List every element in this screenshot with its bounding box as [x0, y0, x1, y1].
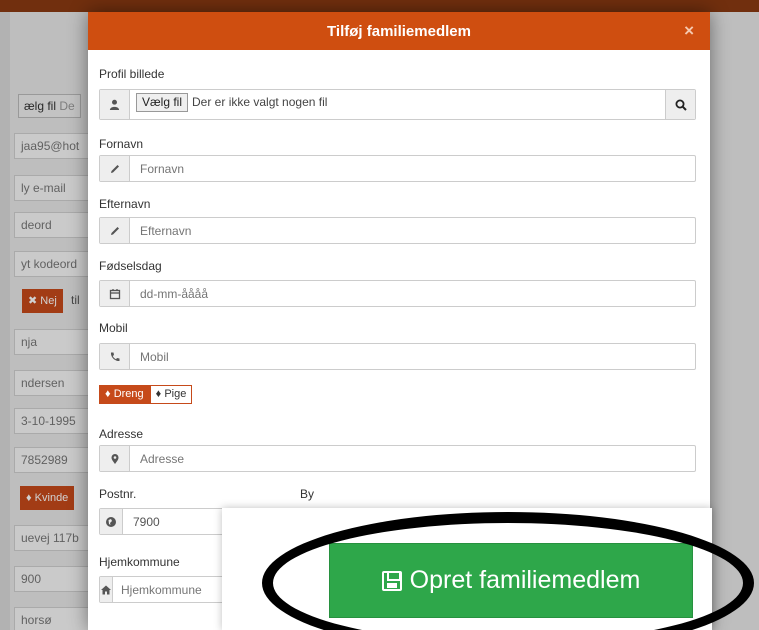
pencil-icon [100, 218, 130, 243]
mobile-input[interactable] [130, 344, 695, 369]
municipality-field [99, 576, 276, 603]
save-icon [381, 570, 402, 591]
modal-title: Tilføj familiemedlem [327, 22, 471, 40]
address-field [99, 445, 696, 472]
birthday-field [99, 280, 696, 307]
map-marker-icon [100, 446, 130, 471]
profile-picture-label: Profil billede [99, 67, 165, 81]
pencil-icon [100, 156, 130, 181]
file-status-text: Der er ikke valgt nogen fil [192, 95, 328, 109]
first-name-label: Fornavn [99, 137, 144, 151]
birthday-label: Fødselsdag [99, 259, 162, 273]
calendar-icon [100, 281, 130, 306]
address-label: Adresse [99, 427, 144, 441]
birthday-input[interactable] [130, 281, 695, 306]
choose-file-button[interactable]: Vælg fil [136, 93, 189, 112]
last-name-label: Efternavn [99, 197, 151, 211]
mobile-field [99, 343, 696, 370]
boy-button[interactable]: ♦ Dreng [99, 385, 150, 404]
municipality-label: Hjemkommune [99, 555, 180, 569]
gender-toggle: ♦ Dreng ♦ Pige [99, 385, 193, 404]
user-icon [100, 90, 130, 119]
postal-code-label: Postnr. [99, 487, 137, 501]
profile-picture-field: Vælg fil Der er ikke valgt nogen fil [99, 89, 696, 120]
home-icon [100, 577, 113, 602]
close-icon[interactable]: × [684, 21, 694, 41]
male-icon: ♦ [105, 388, 111, 400]
mobile-label: Mobil [99, 321, 128, 335]
last-name-field [99, 217, 696, 244]
girl-button[interactable]: ♦ Pige [149, 385, 193, 404]
create-family-member-button[interactable]: Opret familiemedlem [329, 543, 693, 618]
first-name-input[interactable] [130, 156, 695, 181]
search-icon[interactable] [665, 90, 695, 119]
first-name-field [99, 155, 696, 182]
last-name-input[interactable] [130, 218, 695, 243]
create-button-label: Opret familiemedlem [409, 566, 641, 594]
modal-header: Tilføj familiemedlem × [88, 12, 710, 50]
address-input[interactable] [130, 446, 695, 471]
female-icon: ♦ [155, 388, 162, 400]
phone-icon [100, 344, 130, 369]
globe-icon [100, 509, 123, 534]
city-label: By [300, 487, 315, 501]
